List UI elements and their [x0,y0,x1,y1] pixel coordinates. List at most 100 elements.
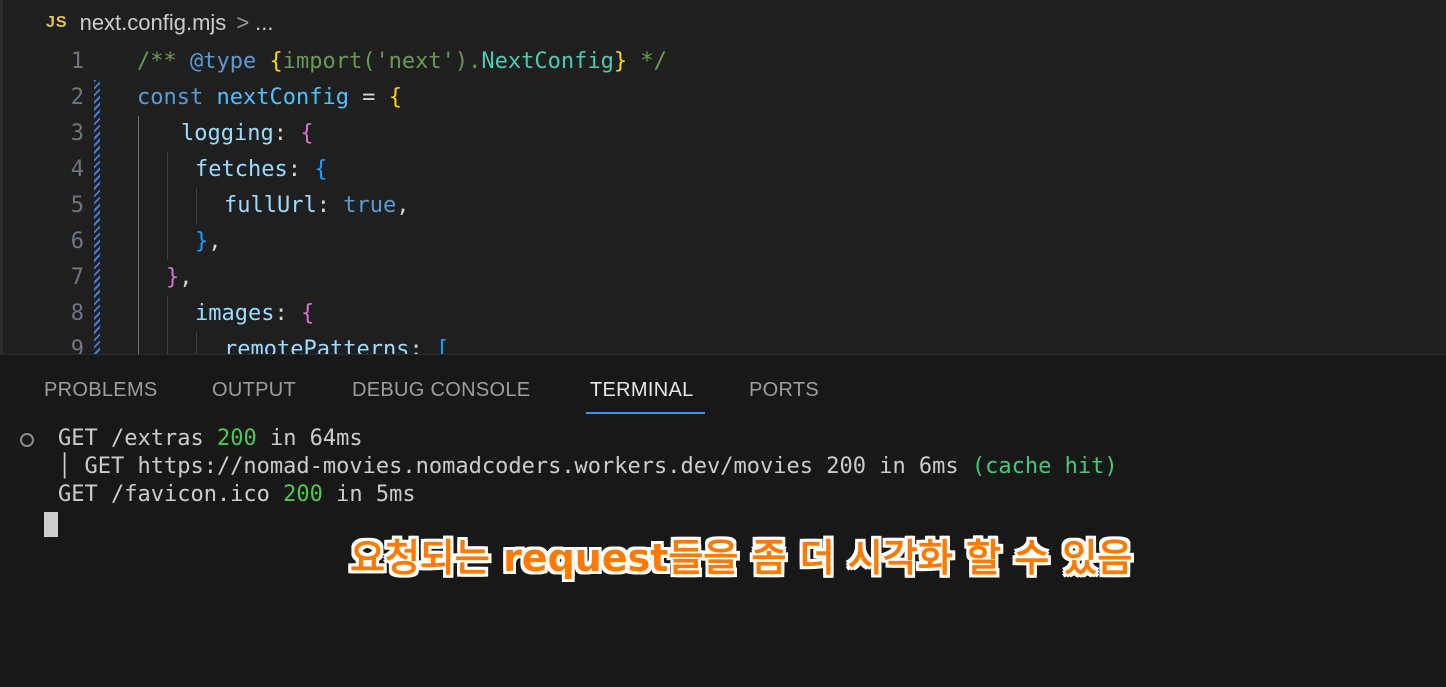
code-token: */ [627,49,667,74]
code-line[interactable]: 4 fetches: { [0,152,1446,188]
line-number: 5 [70,193,84,218]
line-number: 9 [70,337,84,354]
code-token: { [269,49,283,74]
indent-guide [196,188,197,224]
code-line[interactable]: 7 }, [0,260,1446,296]
chevron-right-icon: > [236,10,250,35]
code-token: { [300,121,314,146]
code-text: const nextConfig = { [137,80,402,116]
breadcrumb: JS next.config.mjs > ... [46,8,274,38]
tab-terminal[interactable]: TERMINAL [590,379,694,402]
code-token: { [388,85,402,110]
indent-guide [138,332,139,354]
git-change-marker[interactable] [94,152,100,188]
terminal-text: GET /extras [58,426,217,451]
indent-guide [138,152,139,188]
tab-debug-console[interactable]: DEBUG CONSOLE [352,379,530,402]
code-token: } [166,265,180,290]
indent-guide [167,188,168,224]
git-change-marker[interactable] [94,296,100,332]
indent-guide [138,116,139,152]
code-token: images [195,301,275,326]
code-token: { [300,301,315,326]
caption-overlay: 요청되는 request들을 좀 더 시각화 할 수 있음 [350,536,1133,580]
code-text: }, [166,260,193,296]
breadcrumb-more[interactable]: ... [255,10,273,36]
code-token: fetches [195,157,288,182]
code-line[interactable]: 6 }, [0,224,1446,260]
code-text: images: { [195,296,314,332]
code-line[interactable]: 1 /** @type {import('next').NextConfig} … [0,44,1446,80]
tab-output[interactable]: OUTPUT [212,379,296,402]
tab-problems[interactable]: PROBLEMS [44,379,158,402]
code-line[interactable]: 3 logging: { [0,116,1446,152]
code-token: } [613,49,628,74]
code-token: = [348,85,389,110]
code-token: : [274,301,301,326]
code-token: ). [454,49,482,74]
terminal-text: in 64ms [256,426,363,451]
code-line[interactable]: 8 images: { [0,296,1446,332]
code-text: /** @type {import('next').NextConfig} */ [137,44,667,80]
indent-guide [138,224,139,260]
line-number: 8 [70,301,84,326]
code-editor[interactable]: 1 /** @type {import('next').NextConfig} … [0,44,1446,354]
code-line[interactable]: 5 fullUrl: true, [0,188,1446,224]
cache-status: (cache hit) [971,454,1118,479]
code-token: { [314,157,328,182]
code-token: : [273,121,301,146]
terminal-text: in 5ms [322,482,416,507]
code-token: : [316,193,344,218]
code-token: nextConfig [216,85,349,110]
line-number: 1 [70,49,84,74]
code-text: fetches: { [195,152,327,188]
code-token: fullUrl [224,193,317,218]
indent-guide [138,188,139,224]
code-token: , [179,265,193,290]
git-change-marker[interactable] [94,188,100,224]
terminal-text: │ GET https://nomad-movies.nomadcoders.w… [58,454,972,479]
line-number: 2 [70,85,84,110]
code-line[interactable]: 2 const nextConfig = { [0,80,1446,116]
breadcrumb-file[interactable]: next.config.mjs [80,10,227,36]
terminal-line: GET /favicon.ico 200 in 5ms [58,481,416,509]
line-number: 3 [70,121,84,146]
panel-tabs: PROBLEMS OUTPUT DEBUG CONSOLE TERMINAL P… [0,355,1446,415]
code-token: const [137,85,204,110]
code-token: import( [282,49,376,74]
code-text: fullUrl: true, [224,188,409,224]
code-text: logging: { [181,116,313,152]
code-token: true [343,193,397,218]
terminal-text: GET /favicon.ico [58,482,284,507]
terminal-line: │ GET https://nomad-movies.nomadcoders.w… [58,453,1118,481]
status-code: 200 [283,482,323,507]
code-token: /** [137,49,190,74]
code-line[interactable]: 9 remotePatterns: [ [0,332,1446,354]
indent-guide [167,332,168,354]
circle-icon [20,433,34,447]
git-change-marker[interactable] [94,116,100,152]
terminal-line: GET /extras 200 in 64ms [58,425,363,453]
bottom-panel: PROBLEMS OUTPUT DEBUG CONSOLE TERMINAL P… [0,354,1446,687]
status-code: 200 [216,426,257,451]
code-token: , [396,193,410,218]
indent-guide [167,152,168,188]
active-tab-indicator [586,412,705,414]
tab-ports[interactable]: PORTS [749,379,819,402]
code-token: : [409,337,436,354]
git-change-marker[interactable] [94,332,100,354]
code-token: logging [181,121,274,146]
indent-guide [167,224,168,260]
code-token: : [287,157,315,182]
git-change-marker[interactable] [94,80,100,116]
indent-guide [138,260,139,296]
line-number: 4 [70,157,84,182]
indent-guide [167,296,168,332]
git-change-marker[interactable] [94,224,100,260]
code-token: NextConfig [481,49,614,74]
code-token: } [195,229,209,254]
code-token: , [208,229,222,254]
git-change-marker[interactable] [94,260,100,296]
code-text: remotePatterns: [ [224,332,449,354]
